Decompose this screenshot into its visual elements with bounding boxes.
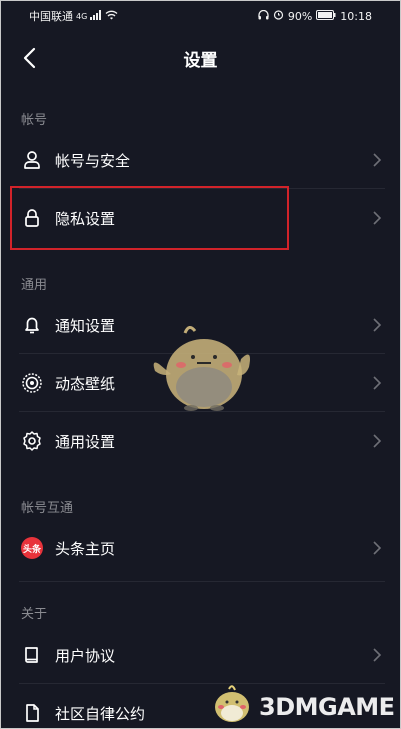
network-type: 4G [76,11,88,21]
chevron-right-icon [373,153,382,167]
section-label-account: 帐号 [21,113,48,128]
row-user-agreement[interactable]: 用户协议 [1,626,400,684]
watermark-text: 3DMGAME [259,693,395,721]
headset-icon [258,9,269,23]
page-title: 设置 [183,50,218,71]
wallpaper-icon [20,371,44,395]
chevron-right-icon [373,648,382,662]
chevron-right-icon [373,376,382,390]
mascot-illustration [153,326,250,411]
book-icon [20,643,44,667]
alarm-icon [273,9,284,23]
section-label-about: 关于 [21,607,48,622]
toutiao-icon: 头条 [21,537,43,559]
nav-header: 设置 [1,31,400,85]
watermark: 3DMGAME [207,681,397,727]
row-label: 社区自律公约 [55,704,146,723]
signal-icon [90,9,102,23]
row-label: 通用设置 [55,432,116,451]
document-icon [20,701,44,725]
row-general-settings[interactable]: 通用设置 [1,412,400,470]
wifi-icon [105,10,118,23]
status-bar: 中国联通 4G 90% 10:18 [1,1,400,31]
row-label: 头条主页 [55,539,116,558]
user-icon [20,148,44,172]
row-toutiao-homepage[interactable]: 头条 头条主页 [1,519,400,577]
carrier-name: 中国联通 [29,10,73,23]
battery-icon [316,9,336,23]
bell-icon [20,313,44,337]
clock-time: 10:18 [340,9,372,23]
divider [19,581,385,582]
chevron-right-icon [373,434,382,448]
row-label: 帐号与安全 [55,151,131,170]
row-label: 动态壁纸 [55,374,116,393]
row-account-security[interactable]: 帐号与安全 [1,131,400,189]
section-label-general: 通用 [21,278,48,293]
battery-percent: 90% [287,9,313,23]
chevron-left-icon [23,47,36,69]
gear-icon [20,429,44,453]
section-label-account-linking: 帐号互通 [21,501,74,516]
mascot-watermark-icon [215,685,249,722]
row-label: 通知设置 [55,316,116,335]
chevron-right-icon [373,541,382,555]
highlight-box [10,186,289,250]
back-button[interactable] [15,44,43,72]
row-label: 用户协议 [55,646,116,665]
settings-screen: 中国联通 4G 90% 10:18 设置 帐号 帐号与安全 隐私设置 通用 通知… [0,0,401,729]
chevron-right-icon [373,211,382,225]
chevron-right-icon [373,318,382,332]
